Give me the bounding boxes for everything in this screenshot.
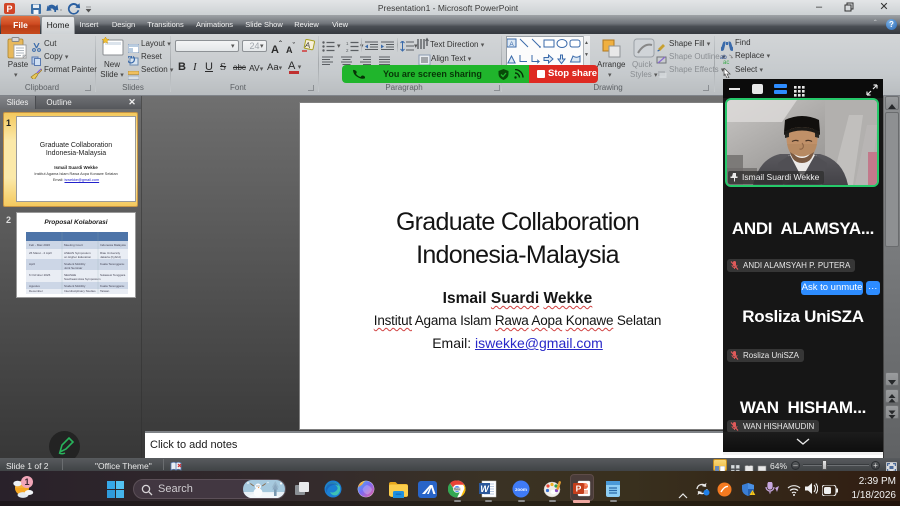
- svg-text:ac: ac: [723, 60, 729, 64]
- svg-text:April: April: [29, 262, 35, 266]
- svg-text:Jakarta (hybrid): Jakarta (hybrid): [100, 255, 121, 259]
- svg-text:6 Oct'ober 2026: 6 Oct'ober 2026: [29, 273, 51, 277]
- svg-text:2: 2: [346, 48, 349, 52]
- svg-text:Kuala Terengganu: Kuala Terengganu: [100, 262, 125, 266]
- svg-text:Sulawesi Tenggara: Sulawesi Tenggara: [100, 273, 126, 277]
- svg-text:Beta: Beta: [454, 487, 460, 491]
- svg-text:Meeting Court: Meeting Court: [64, 243, 83, 247]
- svg-text:1: 1: [346, 41, 349, 46]
- svg-text:Indonesia Malaysia: Indonesia Malaysia: [100, 243, 126, 247]
- svg-text:Feb - Mac 2026: Feb - Mac 2026: [29, 243, 50, 247]
- svg-text:Student Mobility: Student Mobility: [64, 284, 86, 288]
- svg-text:Taiwan: Taiwan: [100, 289, 110, 293]
- svg-text:26 Maret - 2 April: 26 Maret - 2 April: [29, 251, 52, 255]
- svg-text:!: !: [752, 491, 753, 495]
- svg-text:P: P: [6, 4, 12, 14]
- svg-text:A: A: [509, 41, 514, 48]
- svg-text:Kuala Terengganu: Kuala Terengganu: [100, 284, 125, 288]
- svg-text:Joint Seminar: Joint Seminar: [64, 266, 82, 270]
- svg-text:December: December: [29, 289, 43, 293]
- svg-text:Agustus: Agustus: [29, 284, 40, 288]
- svg-text:P: P: [576, 484, 582, 494]
- svg-text:on Higher Education: on Higher Education: [64, 255, 92, 259]
- svg-text:Interdisciplinary Studies: Interdisciplinary Studies: [64, 289, 96, 293]
- svg-text:Southeast Asia Symposium: Southeast Asia Symposium: [64, 277, 101, 281]
- svg-text:zoom: zoom: [515, 487, 527, 492]
